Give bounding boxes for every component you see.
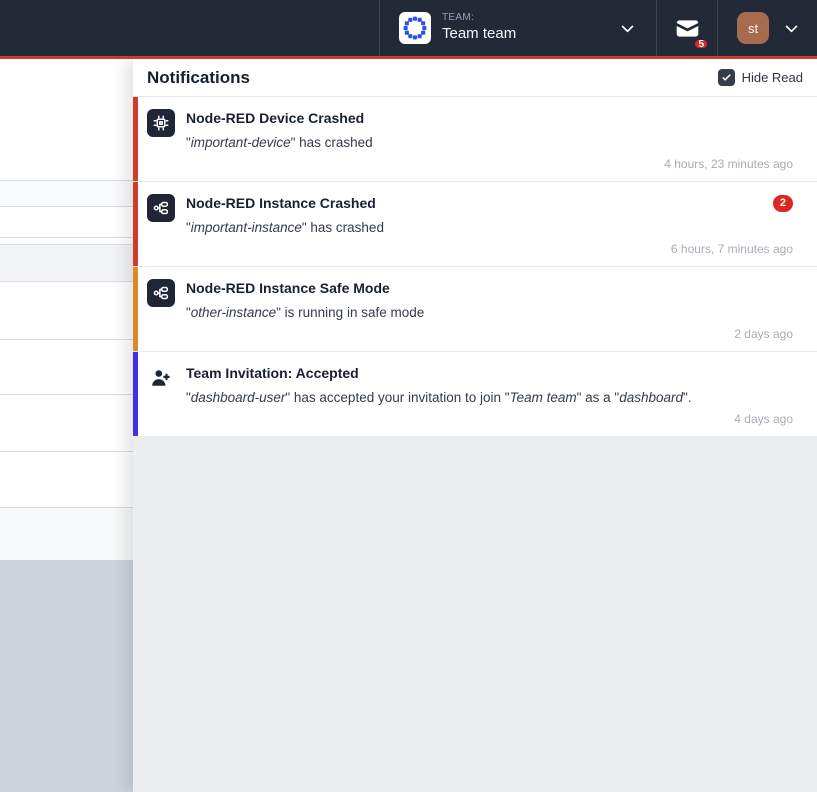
user-add-icon: [147, 364, 175, 392]
user-menu[interactable]: st: [718, 0, 817, 56]
notification-message: "dashboard-user" has accepted your invit…: [186, 389, 793, 407]
team-identicon-icon: [399, 12, 431, 44]
nr-instance-icon: [147, 279, 175, 307]
chevron-down-icon: [619, 20, 636, 37]
notification-list: Node-RED Device Crashed "important-devic…: [133, 97, 817, 437]
notification-accent-bar: [133, 97, 138, 181]
notification-title: Team Invitation: Accepted: [186, 364, 359, 382]
notification-title: Node-RED Instance Safe Mode: [186, 279, 390, 297]
notification-item[interactable]: Node-RED Instance Safe Mode "other-insta…: [133, 267, 817, 352]
notification-timestamp: 6 hours, 7 minutes ago: [671, 242, 793, 256]
notifications-panel-header: Notifications Hide Read: [133, 59, 817, 97]
notifications-panel: Notifications Hide Read Node-RED Device …: [133, 59, 817, 792]
nr-instance-icon: [147, 194, 175, 222]
notification-timestamp: 4 days ago: [734, 412, 793, 426]
notification-accent-bar: [133, 352, 138, 436]
notification-title: Node-RED Device Crashed: [186, 109, 364, 127]
top-navbar: TEAM: Team team 5 st: [0, 0, 817, 56]
user-avatar: st: [737, 12, 769, 44]
alert-banner-line: [0, 56, 817, 59]
device-chip-icon: [147, 109, 175, 137]
hide-read-label: Hide Read: [742, 70, 803, 85]
chevron-down-icon: [783, 20, 800, 37]
notification-message: "other-instance" is running in safe mode: [186, 304, 793, 322]
team-name: Team team: [442, 25, 516, 44]
notification-accent-bar: [133, 267, 138, 351]
navbar-empty-area: [0, 0, 379, 56]
panel-title: Notifications: [147, 68, 250, 88]
hide-read-toggle[interactable]: Hide Read: [718, 69, 803, 86]
notification-timestamp: 4 hours, 23 minutes ago: [664, 157, 793, 171]
notification-message: "important-instance" has crashed: [186, 219, 793, 237]
notification-item[interactable]: Team Invitation: Accepted "dashboard-use…: [133, 352, 817, 437]
notification-accent-bar: [133, 182, 138, 266]
team-label: TEAM:: [442, 12, 516, 25]
hide-read-checkbox[interactable]: [718, 69, 735, 86]
team-selector[interactable]: TEAM: Team team: [380, 0, 656, 56]
notification-timestamp: 2 days ago: [734, 327, 793, 341]
notification-title: Node-RED Instance Crashed: [186, 194, 376, 212]
notifications-button[interactable]: 5: [657, 0, 717, 56]
app-screen: TEAM: Team team 5 st: [0, 0, 817, 792]
notification-item[interactable]: Node-RED Device Crashed "important-devic…: [133, 97, 817, 182]
notification-count-badge: 2: [773, 195, 793, 212]
unread-count-badge: 5: [692, 37, 710, 51]
notification-item[interactable]: Node-RED Instance Crashed 2 "important-i…: [133, 182, 817, 267]
notification-message: "important-device" has crashed: [186, 134, 793, 152]
